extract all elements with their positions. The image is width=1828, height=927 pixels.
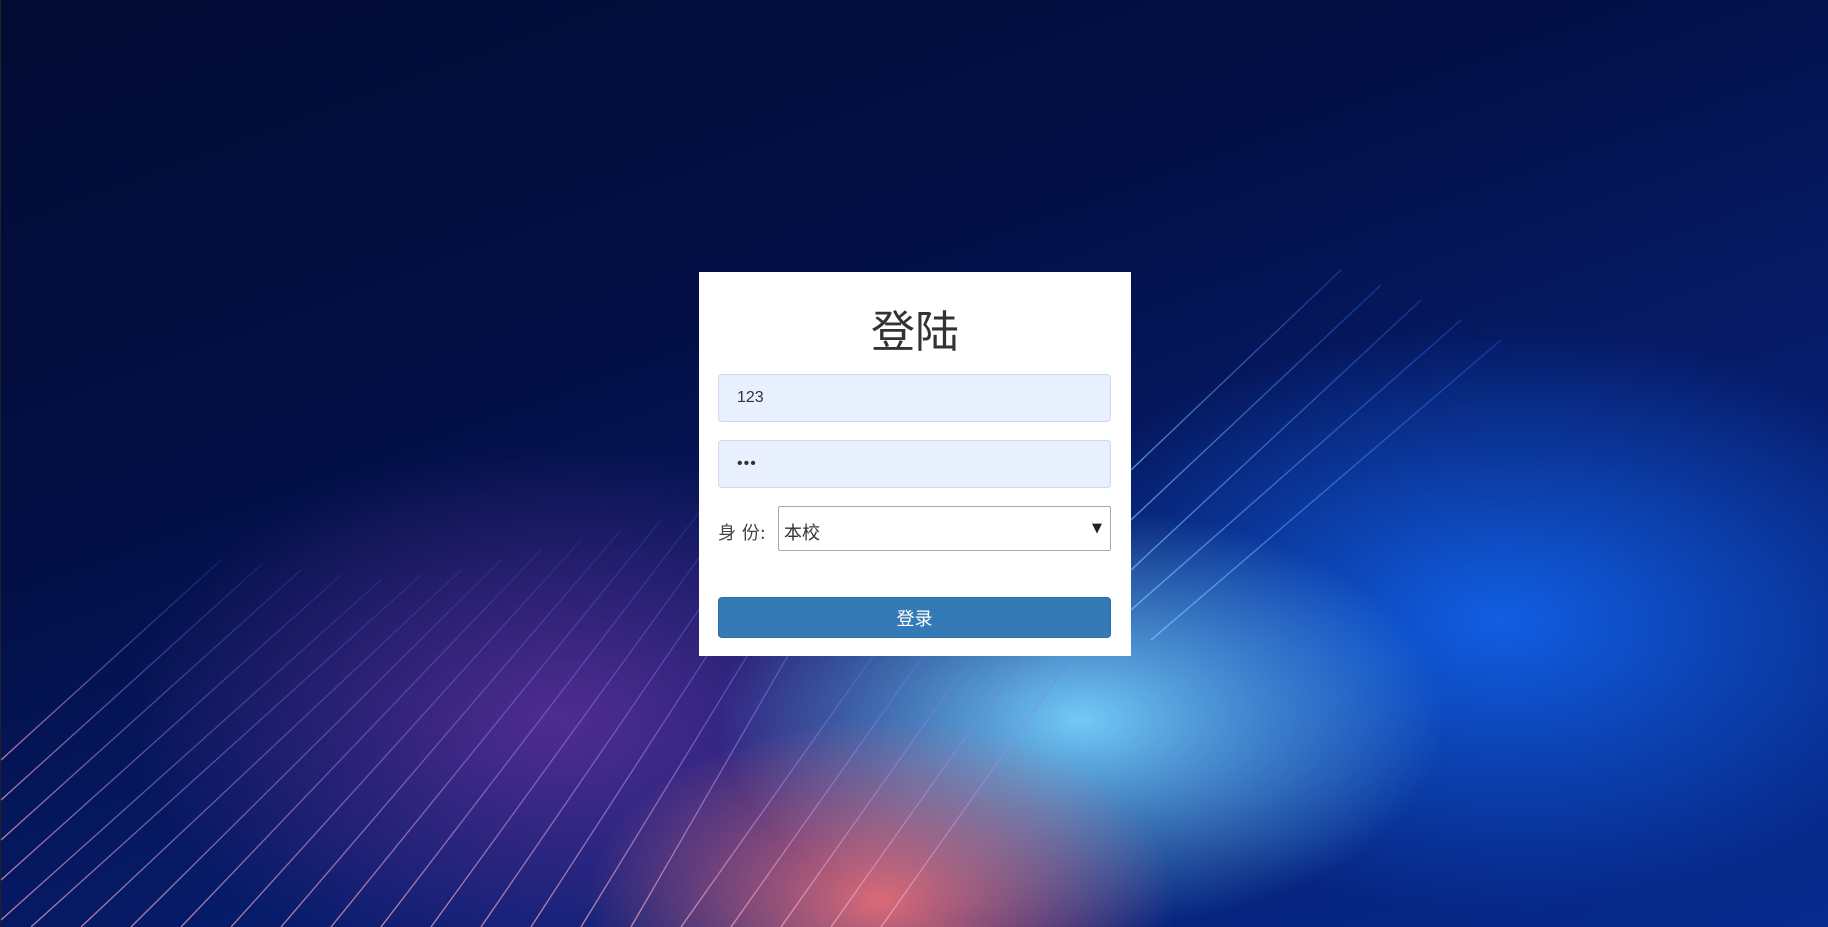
chevron-down-icon: ▼	[1092, 521, 1102, 536]
identity-label: 身 份:	[718, 523, 766, 544]
identity-selected-value: 本校	[784, 523, 820, 544]
username-input[interactable]	[718, 374, 1111, 422]
login-button[interactable]: 登录	[718, 597, 1111, 638]
identity-select[interactable]: 本校 ▼	[778, 506, 1111, 551]
login-card: 登陆 身 份: 本校 ▼ 登录	[699, 272, 1131, 656]
identity-row: 身 份: 本校 ▼	[718, 506, 1111, 552]
login-title: 登陆	[871, 307, 959, 358]
password-input[interactable]	[718, 440, 1111, 488]
